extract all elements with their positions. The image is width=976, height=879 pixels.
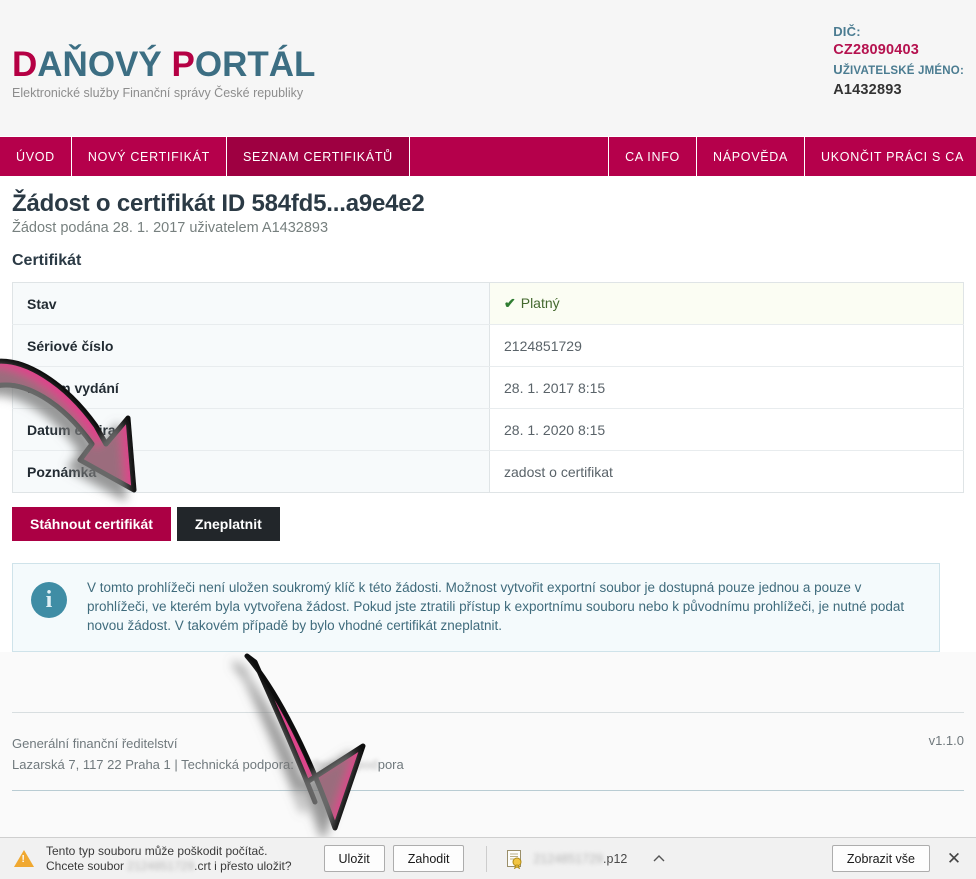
row-value-datum-vydani: 28. 1. 2017 8:15 — [489, 366, 964, 409]
warning-triangle-icon — [14, 850, 34, 867]
row-label-stav: Stav — [12, 282, 490, 325]
download-filename: 2124851729.p12 — [533, 851, 628, 866]
logo-subtitle: Elektronické služby Finanční správy Česk… — [12, 86, 304, 100]
logo-letter-p: P — [171, 45, 195, 84]
certificate-file-icon — [505, 849, 525, 869]
info-message-box: i V tomto prohlížeči není uložen soukrom… — [12, 563, 940, 652]
row-value-stav: ✔ Platný — [489, 282, 964, 325]
close-icon[interactable]: ✕ — [944, 849, 964, 869]
logo-word-portal: ORTÁL — [194, 45, 316, 84]
download-warning-text: Tento typ souboru může poškodit počítač.… — [46, 844, 292, 874]
download-list-item[interactable]: 2124851729.p12 — [505, 849, 667, 869]
nav-item-uvod[interactable]: ÚVOD — [0, 137, 72, 176]
download-action-buttons: Uložit Zahodit — [323, 845, 465, 872]
nav-right-group: CA INFO NÁPOVĚDA UKONČIT PRÁCI S CA — [609, 137, 976, 176]
footer-version: v1.1.0 — [928, 733, 964, 748]
footer-address-block: Generální finanční ředitelství Lazarská … — [12, 733, 404, 775]
warning-line-2: Chcete soubor 2124851729.crt i přesto ul… — [46, 858, 292, 873]
warning-line-1: Tento typ souboru může poškodit počítač. — [46, 843, 268, 858]
certificate-detail-table: Stav ✔ Platný Sériové číslo 2124851729 Da… — [12, 282, 964, 493]
stahnout-certifikat-button[interactable]: Stáhnout certifikát — [12, 507, 171, 541]
logo-word-danovy: AŇOVÝ — [37, 45, 172, 84]
nav-item-novy-certifikat[interactable]: NOVÝ CERTIFIKÁT — [72, 137, 228, 176]
download-bar-divider — [486, 845, 488, 872]
row-value-poznamka: zadost o certifikat — [489, 450, 964, 493]
main-navigation: ÚVOD NOVÝ CERTIFIKÁT SEZNAM CERTIFIKÁTŮ … — [0, 136, 976, 176]
footer-blurred-email: technicka.pod — [297, 757, 378, 772]
page-title: Žádost o certifikát ID 584fd5...a9e4e2 — [12, 190, 425, 217]
row-label-datum-vydani: Datum vydání — [12, 366, 490, 409]
footer-contact-line: Lazarská 7, 117 22 Praha 1 | Technická p… — [12, 754, 404, 775]
blurred-filename: 2124851729 — [127, 858, 195, 873]
zobrazit-vse-button[interactable]: Zobrazit vše — [831, 845, 930, 872]
download-warning: Tento typ souboru může poškodit počítač.… — [0, 844, 292, 874]
info-icon: i — [31, 582, 67, 618]
action-button-row: Stáhnout certifikát Zneplatnit — [12, 507, 964, 541]
nav-item-ca-info[interactable]: CA INFO — [609, 137, 697, 176]
section-title-certifikat: Certifikát — [12, 252, 82, 269]
dic-value: CZ28090403 — [833, 42, 920, 58]
page-subtitle: Žádost podána 28. 1. 2017 uživatelem A14… — [12, 220, 329, 236]
logo-text: DAŇOVÝ PORTÁL — [12, 46, 315, 84]
user-identity-block: DIČ: CZ28090403 UŽIVATELSKÉ JMÉNO: A1432… — [833, 22, 964, 100]
row-label-poznamka: Poznámka — [12, 450, 490, 493]
site-footer: Generální finanční ředitelství Lazarská … — [12, 712, 964, 775]
zahodit-button[interactable]: Zahodit — [392, 845, 465, 872]
row-label-datum-expirace: Datum expirace — [12, 408, 490, 451]
row-value-seriove-cislo: 2124851729 — [489, 324, 964, 367]
nav-item-napoveda[interactable]: NÁPOVĚDA — [697, 137, 806, 176]
username-label: UŽIVATELSKÉ JMÉNO: — [833, 62, 964, 77]
ulozit-button[interactable]: Uložit — [323, 845, 385, 872]
row-label-seriove-cislo: Sériové číslo — [12, 324, 490, 367]
zneplatnit-button[interactable]: Zneplatnit — [176, 507, 280, 541]
blurred-download-name: 2124851729 — [533, 851, 604, 866]
site-logo: DAŇOVÝ PORTÁL Elektronické služby Finanč… — [12, 46, 315, 101]
status-badge: Platný — [520, 295, 560, 311]
table-row: Datum expirace 28. 1. 2020 8:15 — [12, 408, 964, 451]
footer-divider — [12, 790, 964, 791]
check-icon: ✔ — [504, 295, 516, 311]
nav-left-group: ÚVOD NOVÝ CERTIFIKÁT SEZNAM CERTIFIKÁTŮ — [0, 137, 410, 176]
nav-item-ukoncit-praci[interactable]: UKONČIT PRÁCI S CA — [805, 137, 976, 176]
main-content: Žádost o certifikát ID 584fd5...a9e4e2 Ž… — [0, 176, 976, 652]
browser-download-bar: Tento typ souboru může poškodit počítač.… — [0, 837, 976, 879]
username-value: A1432893 — [833, 82, 902, 98]
table-row: Sériové číslo 2124851729 — [12, 324, 964, 367]
info-message-text: V tomto prohlížeči není uložen soukromý … — [87, 580, 905, 633]
logo-letter-d: D — [12, 45, 38, 84]
table-row: Stav ✔ Platný — [12, 282, 964, 325]
nav-item-seznam-certifikatu[interactable]: SEZNAM CERTIFIKÁTŮ — [227, 137, 410, 176]
table-row: Poznámka zadost o certifikat — [12, 450, 964, 493]
row-value-datum-expirace: 28. 1. 2020 8:15 — [489, 408, 964, 451]
dic-label: DIČ: — [833, 24, 861, 39]
chevron-up-icon[interactable] — [651, 851, 667, 867]
footer-org-name: Generální finanční ředitelství — [12, 736, 178, 751]
table-row: Datum vydání 28. 1. 2017 8:15 — [12, 366, 964, 409]
browser-page: DAŇOVÝ PORTÁL Elektronické služby Finanč… — [0, 0, 976, 879]
site-header: DAŇOVÝ PORTÁL Elektronické služby Finanč… — [0, 0, 976, 136]
download-bar-right: Zobrazit vše ✕ — [831, 845, 976, 872]
nav-spacer — [410, 137, 610, 176]
